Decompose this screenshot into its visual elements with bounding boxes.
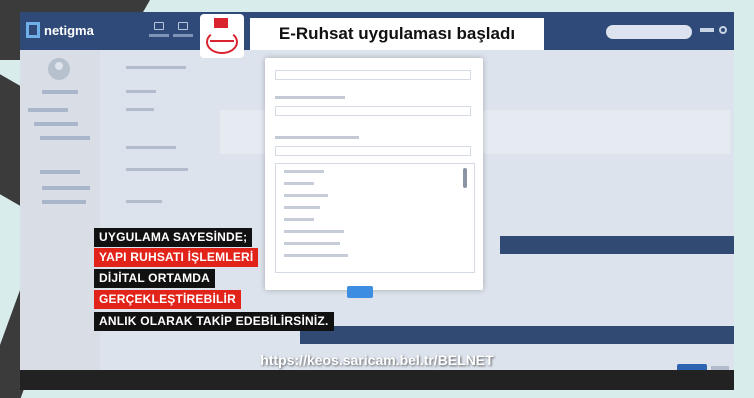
- sidebar-item[interactable]: [42, 200, 86, 204]
- dropdown-option[interactable]: [284, 194, 328, 197]
- header-nav-icon-1[interactable]: [146, 22, 172, 44]
- caption-line-2: YAPI RUHSATI İŞLEMLERİ: [94, 248, 259, 267]
- dropdown-option[interactable]: [284, 242, 340, 245]
- caption-line-3: DİJİTAL ORTAMDA: [94, 269, 215, 288]
- caption-line-1: UYGULAMA SAYESİNDE;: [94, 228, 253, 247]
- dropdown-option[interactable]: [284, 230, 344, 233]
- dialog-field[interactable]: [275, 70, 471, 80]
- sidebar-item[interactable]: [34, 122, 78, 126]
- app-logo[interactable]: netigma: [26, 22, 94, 38]
- news-headline: E-Ruhsat uygulaması başladı: [250, 18, 544, 50]
- form-label: [126, 146, 176, 149]
- form-label: [126, 108, 154, 111]
- sidebar-item[interactable]: [40, 170, 80, 174]
- dialog-field[interactable]: [275, 106, 471, 116]
- form-label: [126, 200, 162, 203]
- caption-line-5: ANLIK OLARAK TAKİP EDEBİLİRSİNİZ.: [94, 312, 334, 331]
- sidebar-item[interactable]: [28, 108, 68, 112]
- dropdown-option[interactable]: [284, 218, 314, 221]
- municipality-logo-icon: [200, 14, 244, 58]
- form-label: [126, 66, 186, 69]
- video-footer-bar: [20, 370, 734, 390]
- netigma-logo-icon: [26, 22, 40, 38]
- settings-gear-icon[interactable]: [719, 26, 727, 34]
- app-logo-text: netigma: [44, 22, 94, 38]
- header-nav-icon-2[interactable]: [170, 22, 196, 44]
- caption-line-4: GERÇEKLEŞTİREBİLİR: [94, 290, 241, 309]
- dropdown-option[interactable]: [284, 170, 324, 173]
- list-scrollbar[interactable]: [463, 168, 467, 188]
- sidebar-item[interactable]: [42, 186, 90, 190]
- user-avatar: [48, 58, 70, 80]
- section-header-bar: [300, 326, 734, 344]
- dropdown-option[interactable]: [284, 182, 314, 185]
- dialog-dropdown[interactable]: [275, 146, 471, 156]
- form-label: [126, 168, 188, 171]
- website-url: https://keos.saricam.bel.tr/BELNET: [260, 352, 494, 368]
- form-label: [126, 90, 156, 93]
- screen-recording: netigma: [20, 12, 734, 390]
- dialog-confirm-button[interactable]: [347, 286, 373, 298]
- sidebar: [20, 50, 100, 390]
- sidebar-item[interactable]: [40, 136, 90, 140]
- header-user-menu[interactable]: [700, 28, 714, 32]
- section-header-bar: [500, 236, 734, 254]
- select-dialog: [265, 58, 483, 298]
- dialog-field-label: [275, 96, 345, 99]
- header-search-input[interactable]: [606, 25, 692, 39]
- dropdown-option[interactable]: [284, 254, 348, 257]
- sidebar-item[interactable]: [42, 90, 78, 94]
- dialog-field-label: [275, 136, 359, 139]
- dropdown-option[interactable]: [284, 206, 320, 209]
- dropdown-options-list[interactable]: [275, 163, 475, 273]
